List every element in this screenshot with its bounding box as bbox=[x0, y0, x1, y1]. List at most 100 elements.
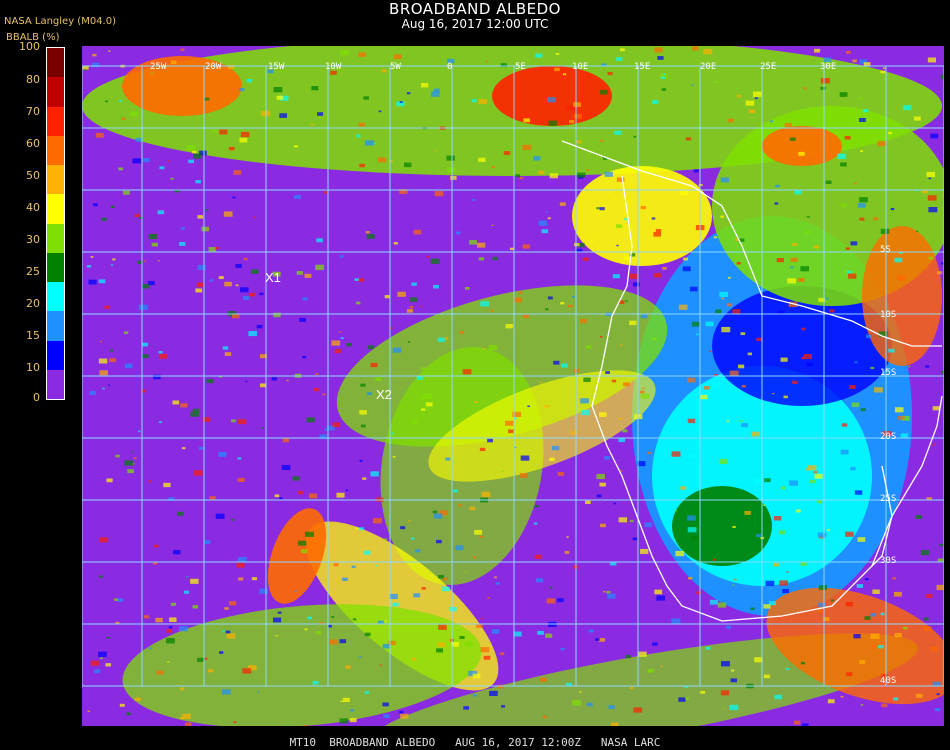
albedo-speckle bbox=[378, 110, 382, 113]
albedo-speckle bbox=[937, 271, 943, 275]
albedo-speckle bbox=[409, 306, 414, 309]
albedo-speckle bbox=[315, 373, 319, 376]
albedo-speckle bbox=[459, 331, 465, 334]
albedo-speckle bbox=[251, 269, 259, 274]
longitude-label: 5E bbox=[515, 62, 526, 72]
albedo-speckle bbox=[624, 218, 628, 221]
albedo-speckle bbox=[416, 376, 423, 380]
albedo-speckle bbox=[222, 630, 226, 633]
albedo-speckle bbox=[170, 177, 174, 180]
albedo-speckle bbox=[878, 645, 884, 649]
albedo-speckle bbox=[629, 519, 634, 523]
albedo-speckle bbox=[653, 232, 662, 237]
albedo-speckle bbox=[767, 419, 771, 422]
albedo-speckle bbox=[800, 562, 807, 566]
colorbar-tick-label: 20 bbox=[26, 297, 40, 310]
albedo-speckle bbox=[118, 167, 124, 171]
longitude-label: 20W bbox=[205, 62, 222, 72]
albedo-speckle bbox=[787, 278, 797, 284]
albedo-speckle bbox=[239, 137, 248, 143]
albedo-speckle bbox=[674, 509, 678, 512]
albedo-speckle bbox=[657, 56, 664, 60]
albedo-speckle bbox=[204, 97, 210, 101]
albedo-speckle bbox=[358, 278, 365, 282]
albedo-speckle bbox=[132, 158, 142, 164]
albedo-speckle bbox=[653, 273, 662, 278]
albedo-speckle bbox=[261, 427, 265, 429]
albedo-speckle bbox=[87, 710, 90, 712]
albedo-speckle bbox=[282, 438, 290, 443]
latitude-label: 10S bbox=[880, 310, 897, 320]
albedo-speckle bbox=[113, 598, 119, 601]
albedo-speckle bbox=[148, 647, 152, 650]
albedo-speckle bbox=[483, 655, 491, 660]
albedo-speckle bbox=[547, 97, 556, 103]
longitude-label: 15W bbox=[268, 62, 285, 72]
albedo-speckle bbox=[437, 337, 445, 342]
albedo-speckle bbox=[545, 308, 549, 311]
albedo-speckle bbox=[818, 585, 828, 590]
albedo-speckle bbox=[251, 577, 257, 581]
albedo-speckle bbox=[446, 155, 455, 161]
albedo-speckle bbox=[660, 665, 663, 668]
albedo-speckle bbox=[654, 47, 663, 53]
albedo-speckle bbox=[115, 454, 120, 458]
albedo-speckle bbox=[544, 405, 549, 408]
albedo-speckle bbox=[133, 457, 137, 460]
albedo-speckle bbox=[117, 598, 124, 602]
albedo-speckle bbox=[844, 135, 851, 140]
albedo-speckle bbox=[709, 599, 718, 605]
albedo-speckle bbox=[235, 263, 242, 268]
albedo-speckle bbox=[462, 369, 472, 375]
albedo-speckle bbox=[616, 244, 619, 247]
albedo-speckle bbox=[195, 180, 201, 184]
albedo-speckle bbox=[661, 88, 667, 91]
albedo-speckle bbox=[102, 387, 105, 390]
albedo-speckle bbox=[784, 122, 792, 128]
albedo-speckle bbox=[382, 702, 389, 707]
albedo-speckle bbox=[847, 273, 857, 279]
albedo-speckle bbox=[932, 444, 935, 446]
albedo-patch bbox=[672, 486, 772, 566]
albedo-speckle bbox=[629, 320, 637, 326]
albedo-speckle bbox=[727, 276, 731, 279]
albedo-speckle bbox=[156, 670, 164, 675]
albedo-speckle bbox=[662, 266, 667, 270]
albedo-speckle bbox=[854, 361, 858, 364]
albedo-speckle bbox=[870, 633, 880, 639]
albedo-speckle bbox=[297, 490, 304, 495]
albedo-speckle bbox=[109, 349, 114, 352]
albedo-speckle bbox=[613, 197, 616, 200]
albedo-speckle bbox=[302, 297, 308, 301]
colorbar-segment bbox=[47, 282, 64, 312]
albedo-speckle bbox=[273, 57, 277, 60]
albedo-speckle bbox=[856, 584, 864, 588]
albedo-speckle bbox=[820, 86, 826, 90]
albedo-speckle bbox=[691, 46, 699, 51]
albedo-speckle bbox=[780, 486, 786, 490]
albedo-speckle bbox=[843, 270, 847, 273]
albedo-speckle bbox=[375, 377, 382, 381]
albedo-speckle bbox=[744, 510, 751, 515]
albedo-speckle bbox=[340, 700, 343, 703]
albedo-speckle bbox=[721, 297, 725, 300]
albedo-speckle bbox=[625, 654, 631, 659]
albedo-speckle bbox=[939, 543, 944, 547]
albedo-speckle bbox=[559, 202, 566, 206]
albedo-speckle bbox=[419, 305, 422, 308]
albedo-speckle bbox=[393, 54, 402, 60]
albedo-speckle bbox=[307, 566, 310, 569]
albedo-speckle bbox=[902, 448, 907, 451]
colorbar bbox=[46, 47, 65, 400]
albedo-speckle bbox=[469, 239, 477, 245]
colorbar-tick-label: 10 bbox=[26, 361, 40, 374]
albedo-speckle bbox=[553, 360, 560, 365]
albedo-speckle bbox=[720, 661, 730, 667]
albedo-speckle bbox=[685, 697, 690, 700]
albedo-speckle bbox=[661, 76, 666, 80]
albedo-speckle bbox=[732, 525, 736, 529]
albedo-speckle bbox=[604, 456, 610, 460]
albedo-speckle bbox=[381, 69, 387, 73]
colorbar-ticks: 100 80 70 60 50 40 30 25 20 15 10 0 bbox=[0, 0, 44, 750]
albedo-speckle bbox=[392, 602, 399, 607]
